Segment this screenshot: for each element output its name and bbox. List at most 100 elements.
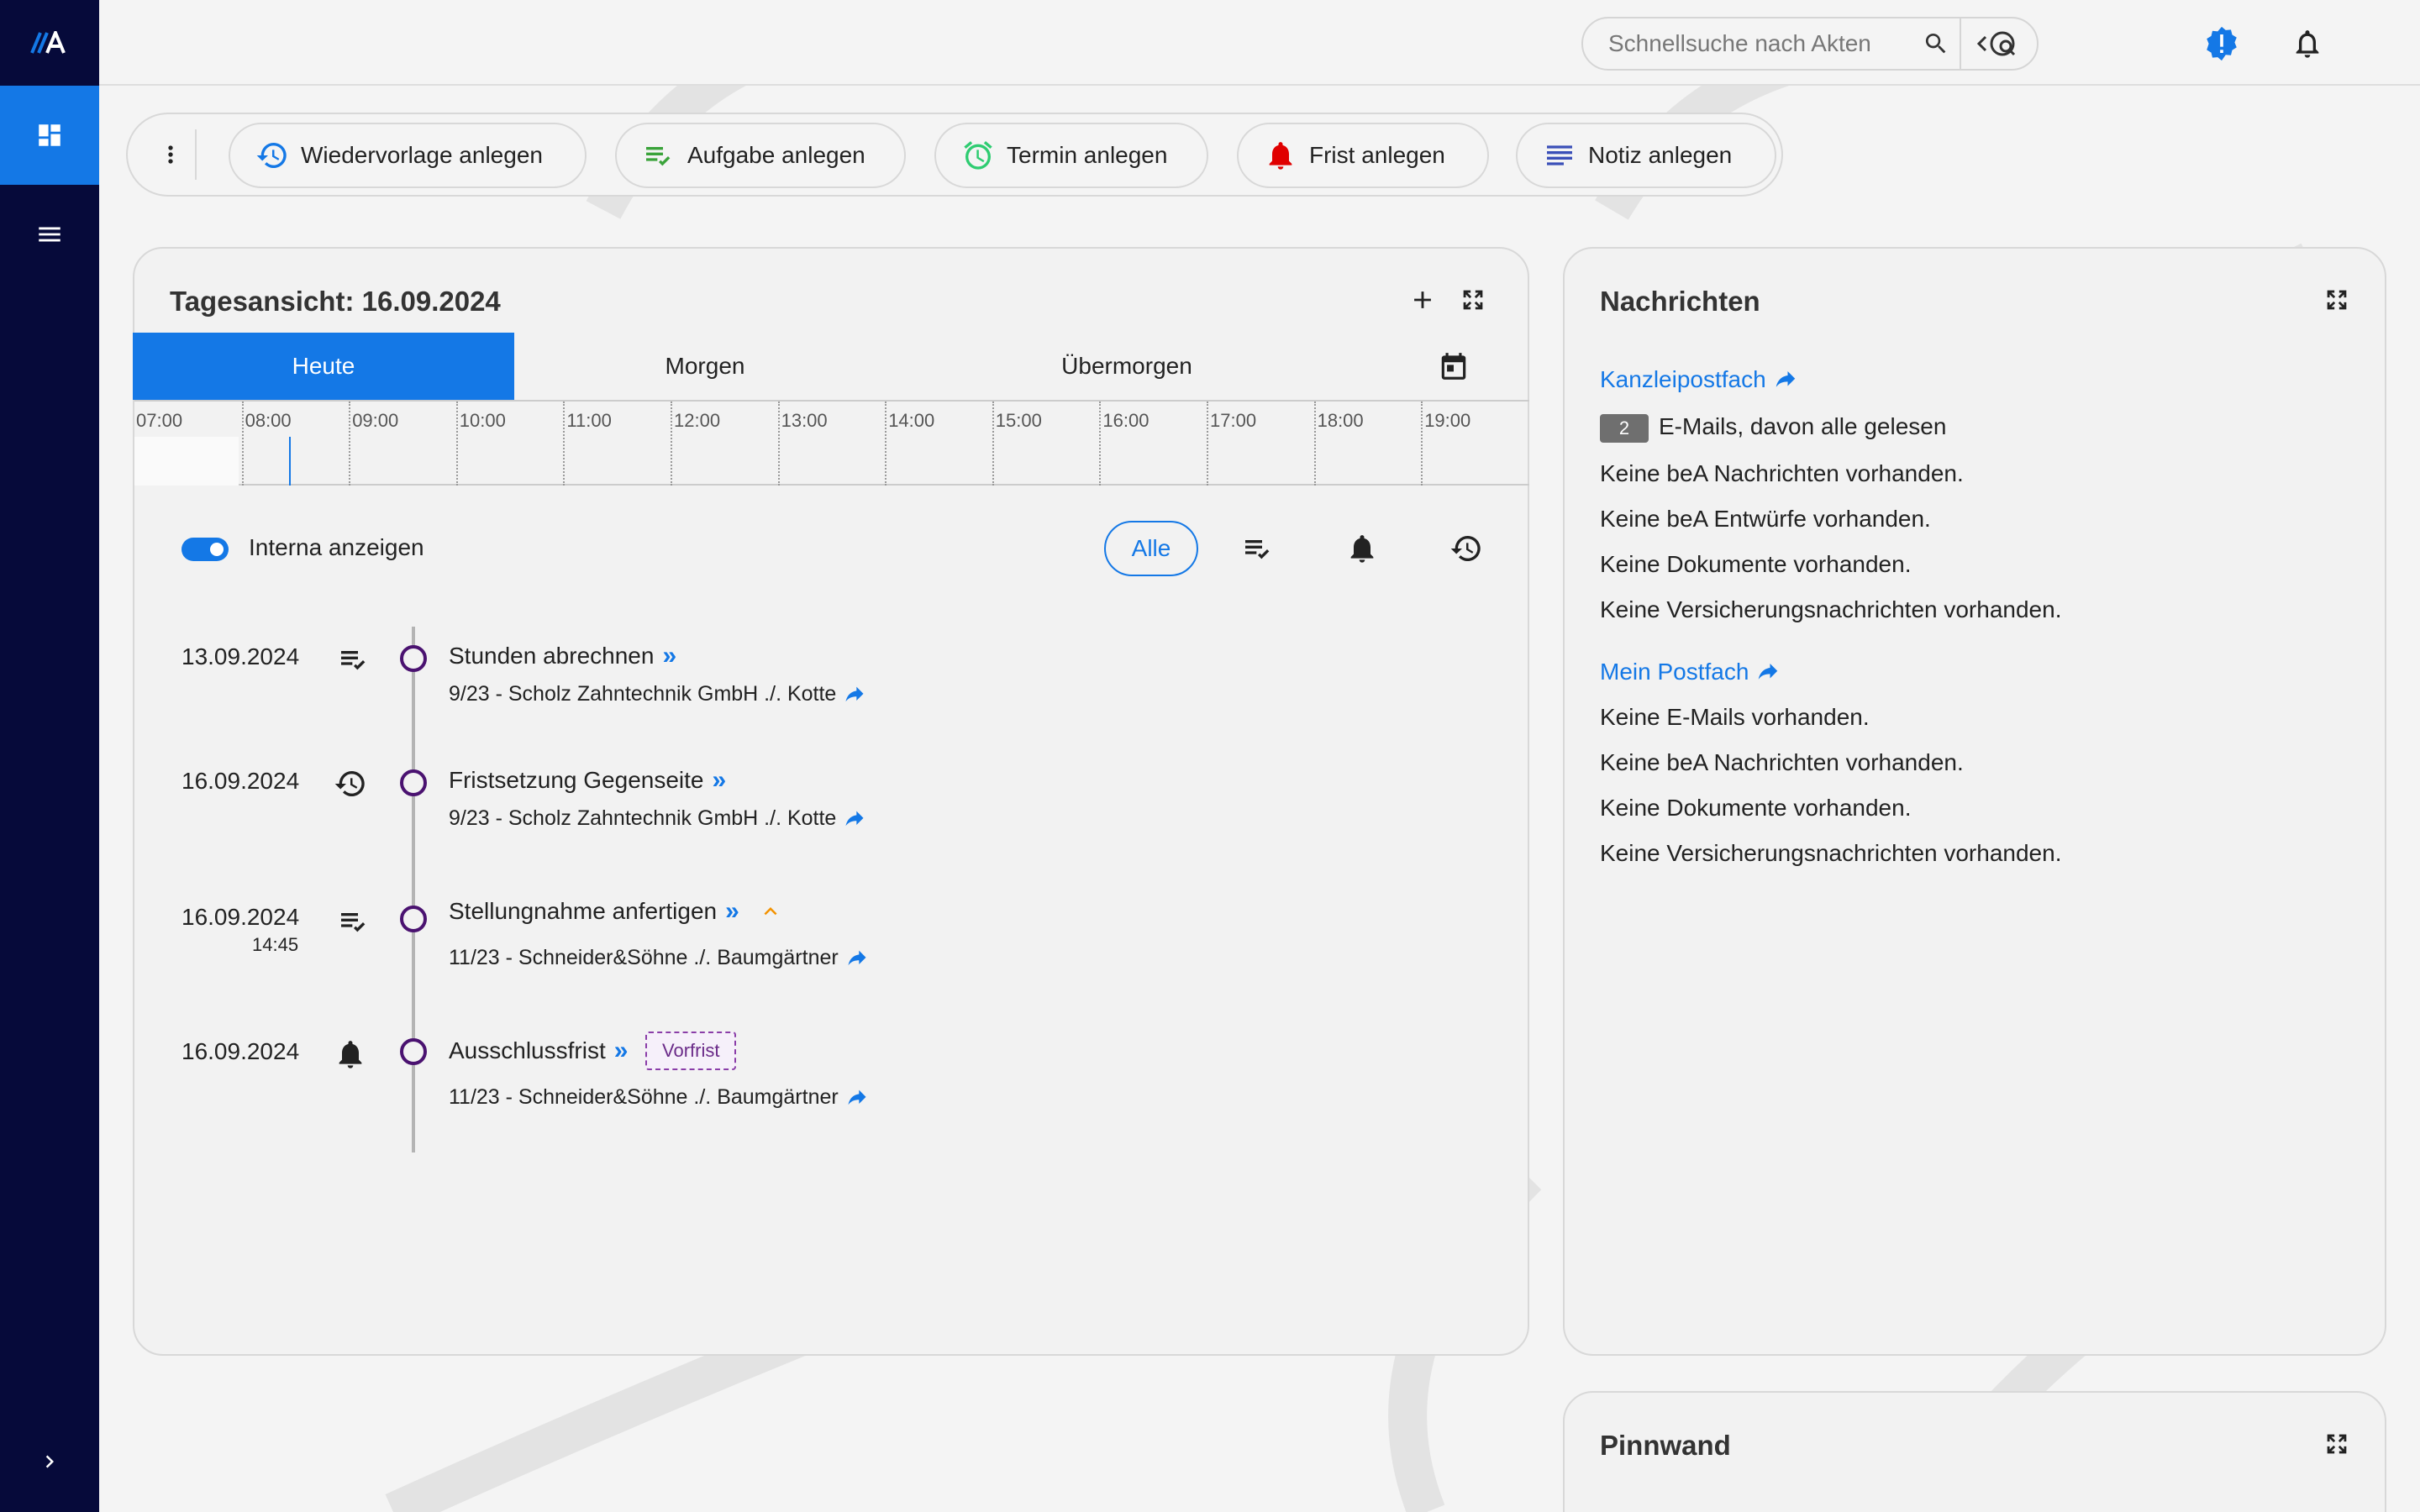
past-time-shading <box>134 437 239 486</box>
kanzlei-status-line: Keine Dokumente vorhanden. <box>1600 551 1912 577</box>
create-frist-label: Frist anlegen <box>1309 142 1445 168</box>
mein-status-line: Keine E-Mails vorhanden. <box>1600 704 1870 730</box>
open-details-icon[interactable]: » <box>614 1037 629 1065</box>
menu-icon <box>39 227 60 242</box>
interna-toggle[interactable] <box>182 538 229 561</box>
expand-messages-button[interactable] <box>2316 279 2358 321</box>
open-details-icon[interactable]: » <box>725 897 739 926</box>
event-file-link[interactable]: 11/23 - Schneider&Söhne ./. Baumgärtner <box>449 946 869 970</box>
event-date: 16.09.2024 <box>182 904 300 930</box>
more-actions-button[interactable] <box>146 129 197 180</box>
tab-morgen[interactable]: Morgen <box>514 333 896 400</box>
filter-tasks-button[interactable] <box>1237 528 1279 570</box>
share-arrow-icon[interactable] <box>845 1086 869 1110</box>
update-badge-button[interactable] <box>2195 17 2249 71</box>
create-termin-label: Termin anlegen <box>1007 142 1168 168</box>
event-timeline-line <box>412 627 415 1152</box>
create-termin-button[interactable]: Termin anlegen <box>934 123 1208 188</box>
filter-all-button[interactable]: Alle <box>1104 521 1198 576</box>
create-frist-button[interactable]: Frist anlegen <box>1237 123 1489 188</box>
create-aufgabe-button[interactable]: Aufgabe anlegen <box>615 123 906 188</box>
priority-high-icon <box>758 899 783 924</box>
filter-wiedervorlage-button[interactable] <box>1445 528 1487 570</box>
event-type-aufgabe <box>334 902 373 941</box>
mein-status-line: Keine Dokumente vorhanden. <box>1600 795 1912 821</box>
sidebar <box>0 0 99 1512</box>
event-title[interactable]: Stunden abrechnen » <box>449 642 676 670</box>
current-time-marker <box>289 437 291 486</box>
create-notiz-label: Notiz anlegen <box>1588 142 1733 168</box>
hour-label: 17:00 <box>1207 402 1314 486</box>
hour-label: 18:00 <box>1313 402 1422 486</box>
expand-pinnwand-button[interactable] <box>2316 1423 2358 1465</box>
vorfrist-badge: Vorfrist <box>645 1032 737 1070</box>
notifications-button[interactable] <box>2281 17 2334 71</box>
share-arrow-icon[interactable] <box>843 807 866 831</box>
filter-deadlines-button[interactable] <box>1341 528 1383 570</box>
notes-icon <box>1547 145 1572 165</box>
event-file-link[interactable]: 11/23 - Schneider&Söhne ./. Baumgärtner <box>449 1085 869 1110</box>
task-list-icon <box>1245 540 1270 559</box>
search-button[interactable] <box>1912 18 1960 69</box>
fullscreen-icon <box>2327 290 2347 310</box>
open-details-icon[interactable]: » <box>662 642 676 670</box>
kanzlei-status-line: Keine beA Entwürfe vorhanden. <box>1600 506 1931 532</box>
pinnwand-card: Pinnwand <box>1563 1391 2386 1512</box>
event-title-text: Ausschlussfrist <box>449 1037 606 1063</box>
event-file-text: 9/23 - Scholz Zahntechnik GmbH ./. Kotte <box>449 806 837 830</box>
kanzleipostfach-link[interactable]: Kanzleipostfach <box>1600 366 1798 393</box>
app-logo[interactable] <box>0 0 99 86</box>
sidebar-item-menu[interactable] <box>0 185 99 284</box>
add-entry-button[interactable] <box>1402 279 1444 321</box>
expand-day-view-button[interactable] <box>1452 279 1494 321</box>
share-arrow-icon[interactable] <box>843 683 866 706</box>
day-view-title: Tagesansicht: 16.09.2024 <box>170 286 501 317</box>
event-title[interactable]: Stellungnahme anfertigen » <box>449 897 783 926</box>
event-type-wiedervorlage <box>331 764 370 803</box>
sidebar-expand-button[interactable] <box>0 1428 99 1495</box>
kanzlei-status-line: Keine Versicherungsnachrichten vorhanden… <box>1600 596 2062 622</box>
hour-label: 13:00 <box>777 402 886 486</box>
quick-actions-bar: Wiedervorlage anlegen Aufgabe anlegen Te… <box>126 113 1783 197</box>
history-icon <box>256 142 287 168</box>
calendar-picker-button[interactable] <box>1420 333 1487 400</box>
event-title-text: Stunden abrechnen <box>449 643 655 669</box>
messages-card: Nachrichten Kanzleipostfach 2 E-Mails, da… <box>1563 247 2386 1356</box>
create-notiz-button[interactable]: Notiz anlegen <box>1516 123 1776 188</box>
task-list-icon <box>341 651 366 670</box>
kanzleipostfach-label: Kanzleipostfach <box>1600 366 1766 392</box>
bell-red-icon <box>1269 142 1292 170</box>
bell-icon <box>1350 535 1374 563</box>
day-view-card: Tagesansicht: 16.09.2024 Heute Morgen Üb… <box>133 247 1529 1356</box>
timeline-dot <box>400 645 427 672</box>
event-file-link[interactable]: 9/23 - Scholz Zahntechnik GmbH ./. Kotte <box>449 682 866 706</box>
create-aufgabe-label: Aufgabe anlegen <box>687 142 865 168</box>
event-title[interactable]: Ausschlussfrist » <box>449 1037 628 1065</box>
share-arrow-icon[interactable] <box>845 947 869 970</box>
messages-title: Nachrichten <box>1600 286 1760 317</box>
sidebar-item-dashboard[interactable] <box>0 86 99 185</box>
pinnwand-title: Pinnwand <box>1600 1430 1731 1461</box>
tab-uebermorgen[interactable]: Übermorgen <box>896 333 1358 400</box>
create-wiedervorlage-button[interactable]: Wiedervorlage anlegen <box>229 123 587 188</box>
tab-heute[interactable]: Heute <box>133 333 514 400</box>
open-details-icon[interactable]: » <box>713 766 727 795</box>
mein-postfach-link[interactable]: Mein Postfach <box>1600 659 1781 685</box>
kanzlei-email-summary: 2 E-Mails, davon alle gelesen <box>1600 413 1946 443</box>
tab-uebermorgen-label: Übermorgen <box>1061 353 1192 379</box>
hour-label: 14:00 <box>885 402 992 486</box>
advanced-search-button[interactable] <box>1960 18 2037 69</box>
hour-label: 15:00 <box>992 402 1100 486</box>
search-input[interactable] <box>1583 18 1912 69</box>
hour-label: 08:00 <box>241 402 350 486</box>
search-icon <box>1925 34 1946 54</box>
event-title-text: Fristsetzung Gegenseite <box>449 767 704 793</box>
hour-label: 09:00 <box>349 402 456 486</box>
alarm-clock-icon <box>964 141 992 170</box>
email-summary-text: E-Mails, davon alle gelesen <box>1659 413 1947 439</box>
timeline-dot <box>400 769 427 796</box>
kanzlei-status-line: Keine beA Nachrichten vorhanden. <box>1600 460 1964 486</box>
event-file-link[interactable]: 9/23 - Scholz Zahntechnik GmbH ./. Kotte <box>449 806 866 831</box>
dashboard-icon <box>39 124 60 146</box>
event-title[interactable]: Fristsetzung Gegenseite » <box>449 766 726 795</box>
